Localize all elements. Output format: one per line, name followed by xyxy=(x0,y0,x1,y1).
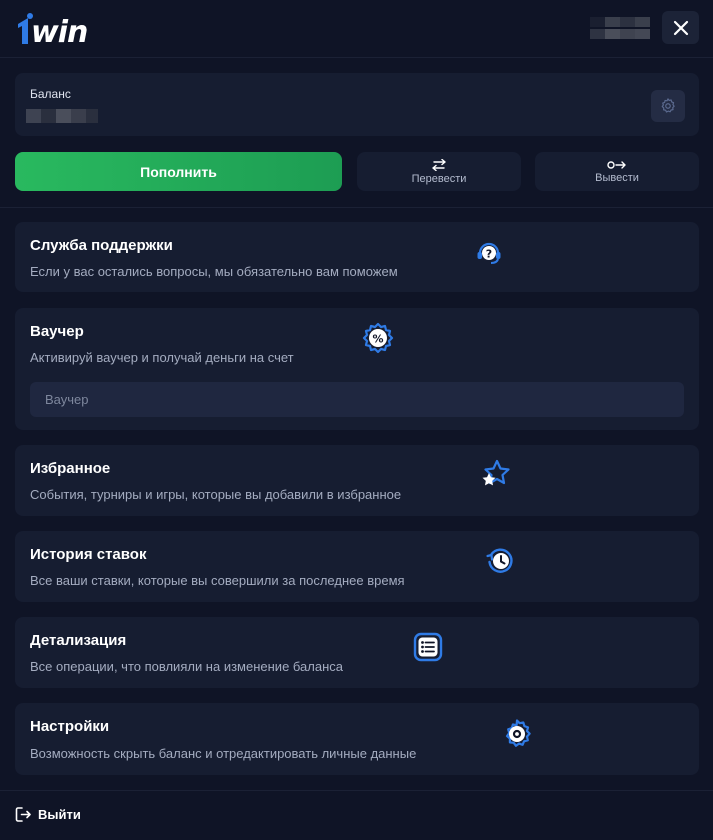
settings-title: Настройки xyxy=(30,718,110,735)
logout-label: Выйти xyxy=(38,806,81,822)
header: win xyxy=(0,0,713,57)
logo-mark: win xyxy=(18,13,88,48)
voucher-description: Активируй ваучер и получай деньги на сче… xyxy=(30,350,294,365)
actions-divider xyxy=(0,207,713,208)
details-title: Детализация xyxy=(30,632,127,649)
headset-question-icon: ? xyxy=(477,242,501,264)
transfer-button[interactable]: Перевести xyxy=(357,152,521,191)
svg-text:win: win xyxy=(31,15,87,48)
voucher-input[interactable] xyxy=(30,382,684,417)
svg-text:%: % xyxy=(372,333,383,346)
withdraw-label: Вывести xyxy=(595,171,639,184)
user-id-blurred xyxy=(575,12,650,43)
settings-card[interactable]: Настройки Возможность скрыть баланс и от… xyxy=(15,703,699,775)
logout-icon xyxy=(15,806,31,822)
bet-history-card[interactable]: История ставок Все ваши ставки, которые … xyxy=(15,531,699,602)
details-description: Все операции, что повлияли на изменение … xyxy=(30,659,344,674)
gear-icon xyxy=(661,98,675,113)
favorites-title: Избранное xyxy=(30,460,111,477)
svg-text:?: ? xyxy=(486,248,492,261)
balance-label: Баланс xyxy=(30,87,71,101)
header-divider xyxy=(0,57,713,58)
list-icon xyxy=(413,632,443,662)
favorites-card[interactable]: Избранное События, турниры и игры, котор… xyxy=(15,445,699,516)
voucher-title: Ваучер xyxy=(30,323,84,340)
bet-history-title: История ставок xyxy=(30,546,147,563)
star-icon xyxy=(482,459,510,486)
brand-logo[interactable]: win xyxy=(14,8,106,48)
transfer-arrows-icon xyxy=(432,158,446,171)
favorites-description: События, турниры и игры, которые вы доба… xyxy=(30,487,402,502)
support-title: Служба поддержки xyxy=(30,237,173,254)
balance-value-blurred xyxy=(26,109,98,123)
support-card[interactable]: Служба поддержки Если у вас остались воп… xyxy=(15,222,699,292)
history-clock-icon xyxy=(486,548,513,573)
gear-icon xyxy=(505,719,531,747)
support-description: Если у вас остались вопросы, мы обязател… xyxy=(30,264,398,279)
settings-description: Возможность скрыть баланс и отредактиров… xyxy=(30,746,417,761)
balance-settings-button[interactable] xyxy=(651,90,685,122)
close-button[interactable] xyxy=(662,11,699,44)
percent-badge-icon: % xyxy=(362,322,394,354)
balance-card: Баланс xyxy=(15,73,699,136)
withdraw-button[interactable]: Вывести xyxy=(535,152,699,191)
logout-button[interactable]: Выйти xyxy=(15,803,81,825)
transfer-label: Перевести xyxy=(411,172,467,185)
bet-history-description: Все ваши ставки, которые вы совершили за… xyxy=(30,573,405,588)
voucher-card: Ваучер Активируй ваучер и получай деньги… xyxy=(15,308,699,430)
footer-divider xyxy=(0,790,713,791)
close-icon xyxy=(673,20,688,35)
deposit-button[interactable]: Пополнить xyxy=(15,152,342,191)
details-card[interactable]: Детализация Все операции, что повлияли н… xyxy=(15,617,699,688)
withdraw-arrow-icon xyxy=(607,160,626,169)
